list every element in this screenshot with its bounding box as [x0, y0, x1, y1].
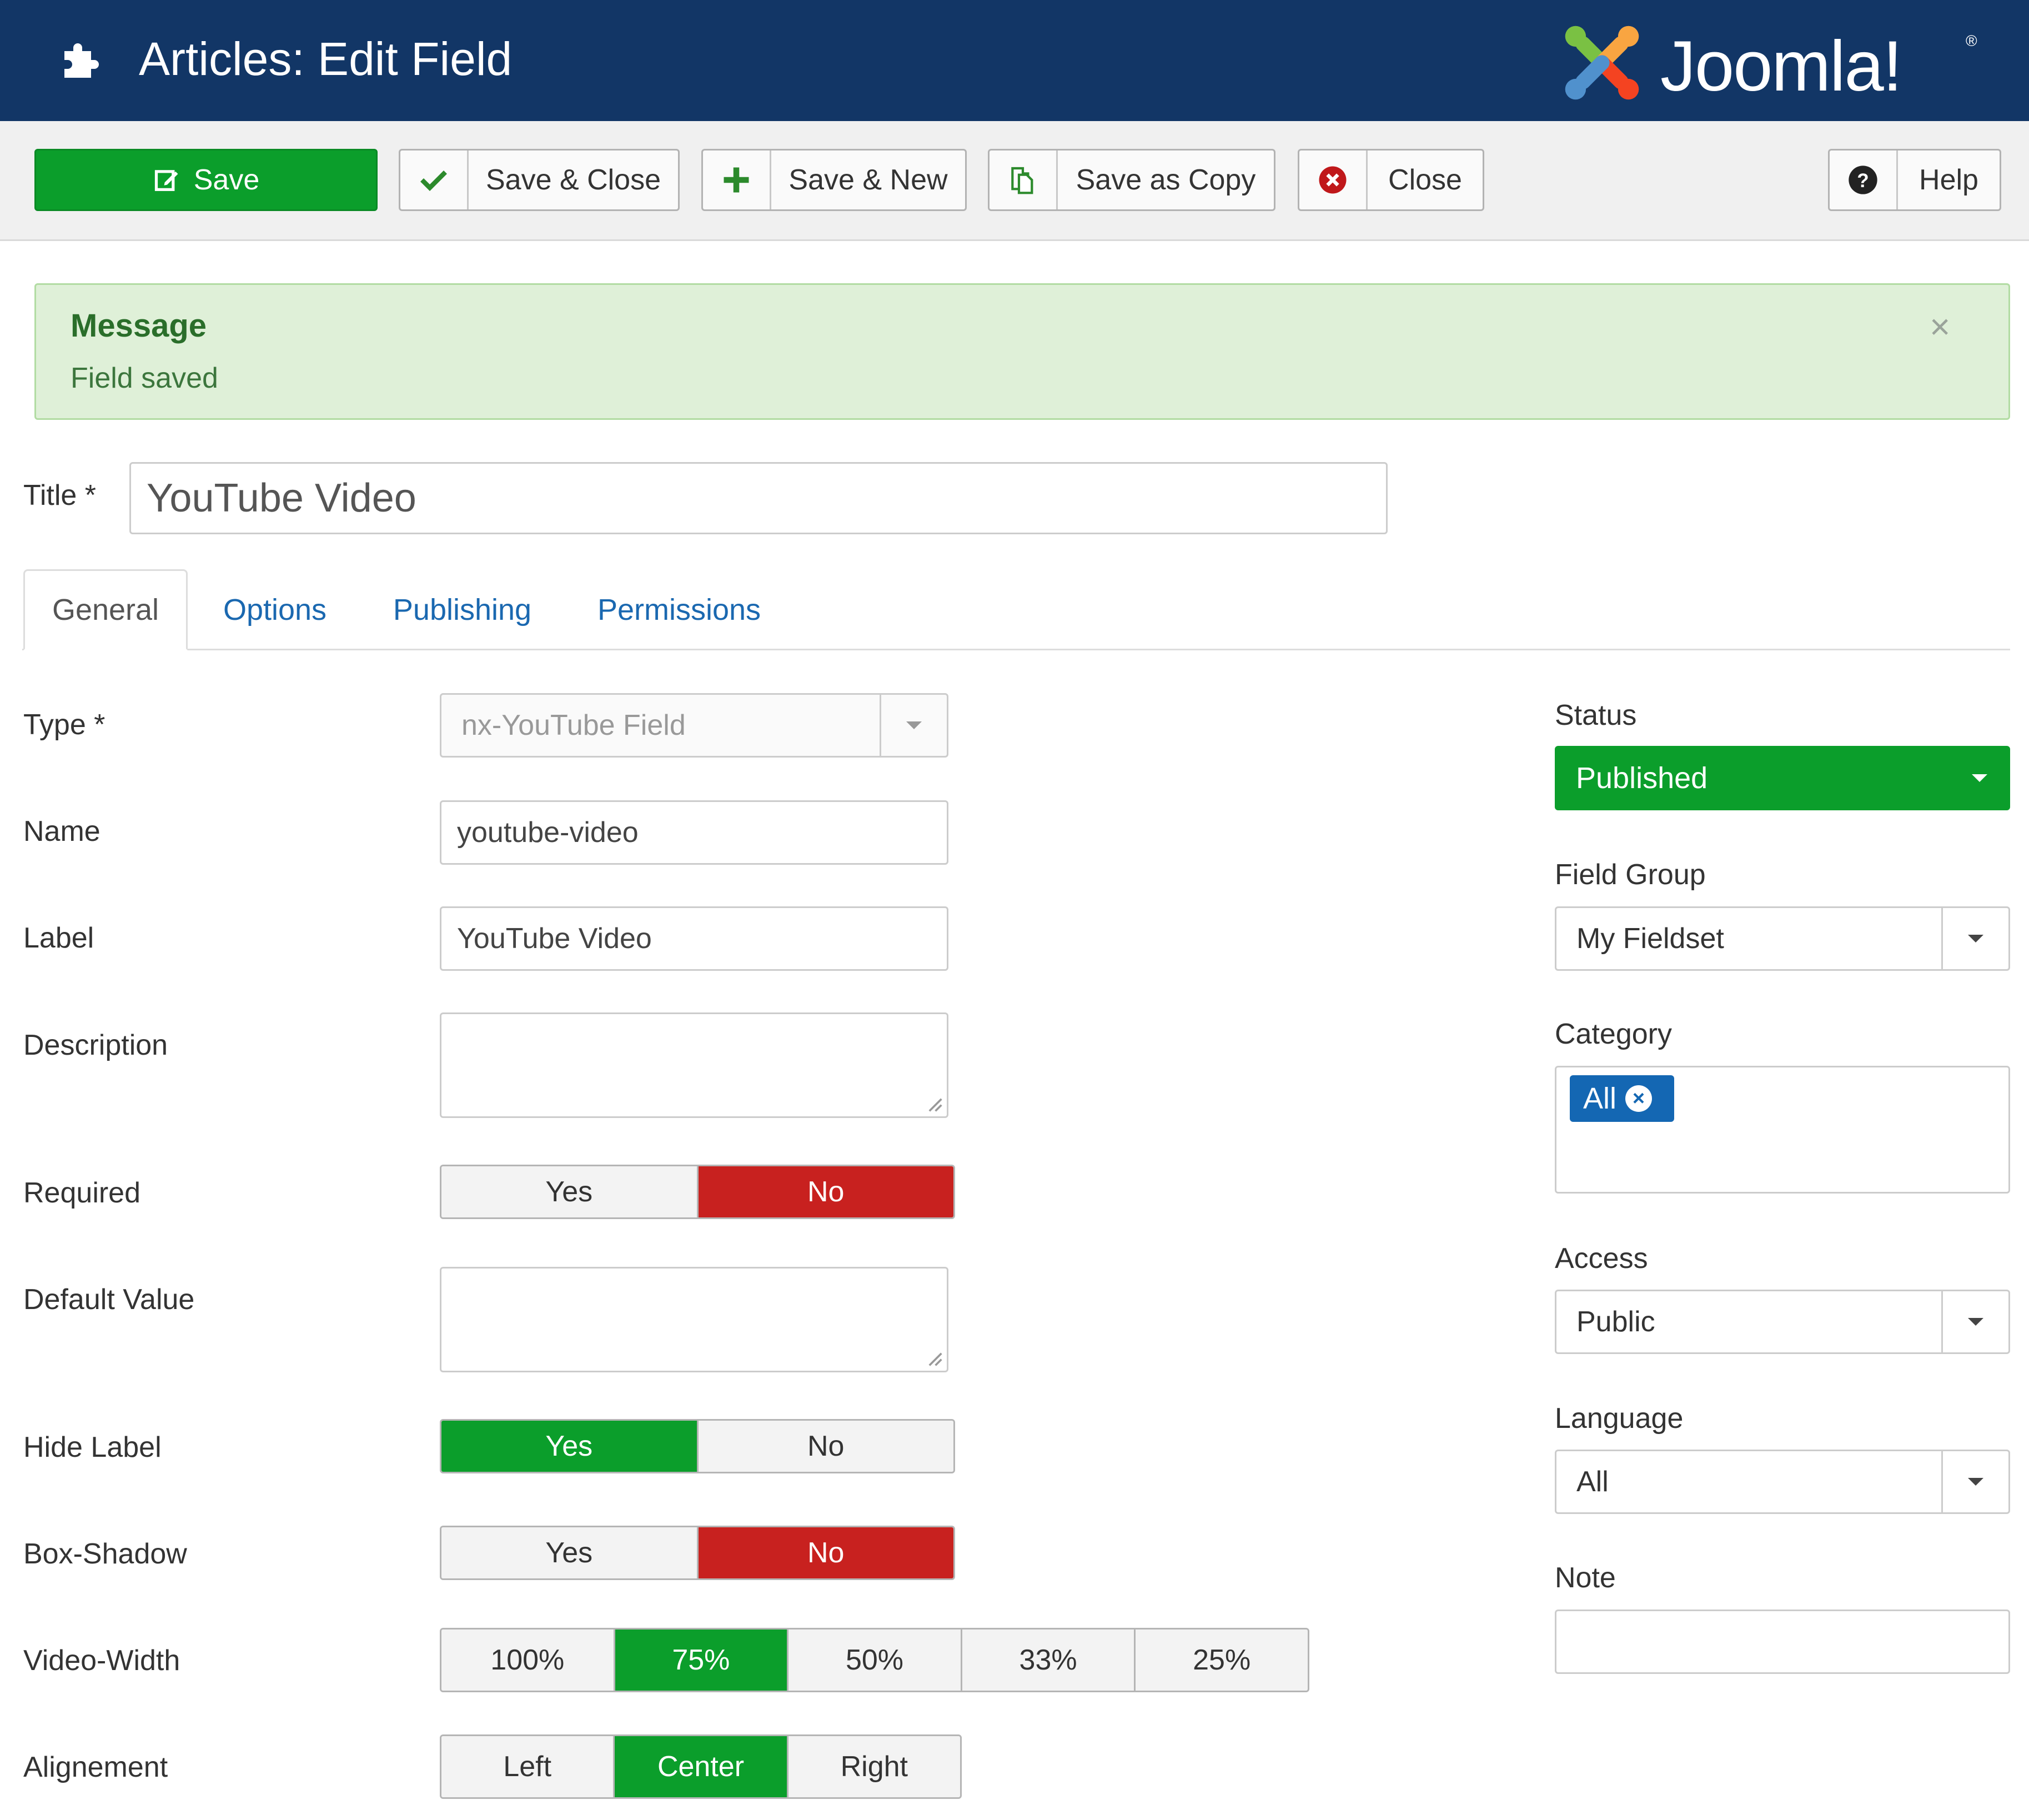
joomla-mark-icon	[1565, 26, 1639, 100]
svg-text:?: ?	[1857, 170, 1869, 192]
video-width-100-option[interactable]: 100%	[441, 1630, 615, 1691]
alignment-label: Alignement	[23, 1751, 168, 1783]
label-label: Label	[23, 922, 94, 954]
required-toggle: Yes No	[440, 1165, 955, 1219]
save-as-copy-button[interactable]: Save as Copy	[988, 149, 1275, 211]
title-label: Title *	[23, 479, 96, 512]
name-input[interactable]: youtube-video	[440, 800, 948, 865]
category-multiselect[interactable]: All ×	[1555, 1066, 2010, 1194]
hide-label-toggle: Yes No	[440, 1419, 955, 1473]
tab-permissions[interactable]: Permissions	[582, 569, 776, 650]
page-title: Articles: Edit Field	[139, 33, 513, 85]
tab-options[interactable]: Options	[205, 569, 344, 650]
cancel-circle-icon	[1319, 166, 1347, 194]
checkmark-icon	[420, 171, 447, 191]
close-button[interactable]: Close	[1298, 149, 1484, 211]
plus-icon	[724, 167, 749, 193]
help-button-label: Help	[1919, 164, 1978, 196]
description-textarea[interactable]	[440, 1012, 948, 1118]
access-value: Public	[1576, 1306, 1655, 1338]
language-value: All	[1576, 1466, 1609, 1498]
category-chip-label: All	[1583, 1082, 1617, 1115]
video-width-75-option[interactable]: 75%	[615, 1630, 789, 1691]
required-no-option[interactable]: No	[698, 1166, 953, 1217]
default-value-label: Default Value	[23, 1283, 195, 1316]
required-label: Required	[23, 1177, 141, 1209]
question-circle-icon: ?	[1849, 166, 1877, 194]
save-close-label: Save & Close	[485, 164, 661, 196]
box-shadow-toggle: Yes No	[440, 1526, 955, 1580]
message-heading: Message	[71, 308, 207, 344]
save-new-label: Save & New	[789, 164, 948, 196]
chevron-down-icon	[1941, 1451, 2008, 1512]
type-label: Type *	[23, 709, 106, 741]
status-value: Published	[1576, 761, 1708, 795]
note-input[interactable]	[1555, 1610, 2010, 1674]
name-label: Name	[23, 815, 101, 848]
default-value-textarea[interactable]	[440, 1267, 948, 1372]
type-select[interactable]: nx-YouTube Field	[440, 693, 948, 758]
tab-general[interactable]: General	[23, 569, 188, 650]
language-label: Language	[1555, 1402, 1684, 1435]
title-input[interactable]: YouTube Video	[129, 462, 1388, 534]
alignment-left-option[interactable]: Left	[441, 1736, 615, 1797]
joomla-wordmark: Joomla!	[1660, 27, 1902, 106]
edit-icon	[154, 170, 178, 191]
resize-grip-icon[interactable]	[923, 1093, 943, 1113]
remove-chip-icon[interactable]: ×	[1625, 1085, 1653, 1112]
status-label: Status	[1555, 699, 1637, 731]
chevron-down-icon	[880, 695, 947, 756]
video-width-50-option[interactable]: 50%	[789, 1630, 962, 1691]
field-group-select[interactable]: My Fieldset	[1555, 906, 2010, 971]
joomla-logo[interactable]: Joomla! ®	[1555, 16, 1999, 110]
label-input[interactable]: YouTube Video	[440, 906, 948, 971]
video-width-toggle: 100% 75% 50% 33% 25%	[440, 1628, 1309, 1692]
access-select[interactable]: Public	[1555, 1290, 2010, 1354]
tab-publishing[interactable]: Publishing	[378, 569, 547, 650]
save-as-copy-label: Save as Copy	[1076, 164, 1256, 196]
registered-mark: ®	[1966, 32, 1977, 49]
resize-grip-icon[interactable]	[923, 1347, 943, 1367]
status-select[interactable]: Published	[1555, 746, 2010, 810]
save-button[interactable]: Save	[34, 149, 378, 211]
field-group-label: Field Group	[1555, 859, 1706, 891]
video-width-33-option[interactable]: 33%	[962, 1630, 1136, 1691]
close-button-label: Close	[1388, 164, 1462, 196]
required-yes-option[interactable]: Yes	[441, 1166, 699, 1217]
access-label: Access	[1555, 1242, 1648, 1275]
chevron-down-icon	[1941, 1291, 2008, 1352]
field-group-value: My Fieldset	[1576, 922, 1724, 955]
video-width-25-option[interactable]: 25%	[1136, 1630, 1308, 1691]
language-select[interactable]: All	[1555, 1450, 2010, 1514]
save-button-label: Save	[193, 164, 260, 196]
top-header: Articles: Edit Field Joomla! ®	[0, 0, 2029, 121]
alignment-right-option[interactable]: Right	[788, 1736, 960, 1797]
box-shadow-label: Box-Shadow	[23, 1538, 187, 1570]
puzzle-piece-icon	[64, 43, 99, 78]
box-shadow-no-option[interactable]: No	[698, 1527, 953, 1578]
alignment-toggle: Left Center Right	[440, 1734, 962, 1799]
save-close-button[interactable]: Save & Close	[399, 149, 680, 211]
chevron-down-icon	[1949, 774, 2010, 782]
category-label: Category	[1555, 1018, 1672, 1050]
note-label: Note	[1555, 1562, 1616, 1594]
message-body: Field saved	[71, 362, 218, 394]
help-button[interactable]: ? Help	[1828, 149, 2001, 211]
close-message-icon[interactable]: ×	[1930, 306, 1950, 347]
category-chip[interactable]: All ×	[1570, 1075, 1674, 1122]
box-shadow-yes-option[interactable]: Yes	[441, 1527, 699, 1578]
chevron-down-icon	[1941, 908, 2008, 969]
copy-icon	[1011, 167, 1033, 194]
type-value: nx-YouTube Field	[461, 709, 686, 741]
description-label: Description	[23, 1029, 168, 1061]
hide-label-yes-option[interactable]: Yes	[441, 1421, 699, 1472]
alignment-center-option[interactable]: Center	[615, 1736, 789, 1797]
success-message: Message Field saved ×	[34, 283, 2010, 420]
save-new-button[interactable]: Save & New	[701, 149, 967, 211]
toolbar: Save Save & Close Save & New Save as Cop…	[0, 121, 2029, 241]
hide-label-no-option[interactable]: No	[698, 1421, 953, 1472]
video-width-label: Video-Width	[23, 1644, 180, 1677]
hide-label-label: Hide Label	[23, 1431, 162, 1463]
